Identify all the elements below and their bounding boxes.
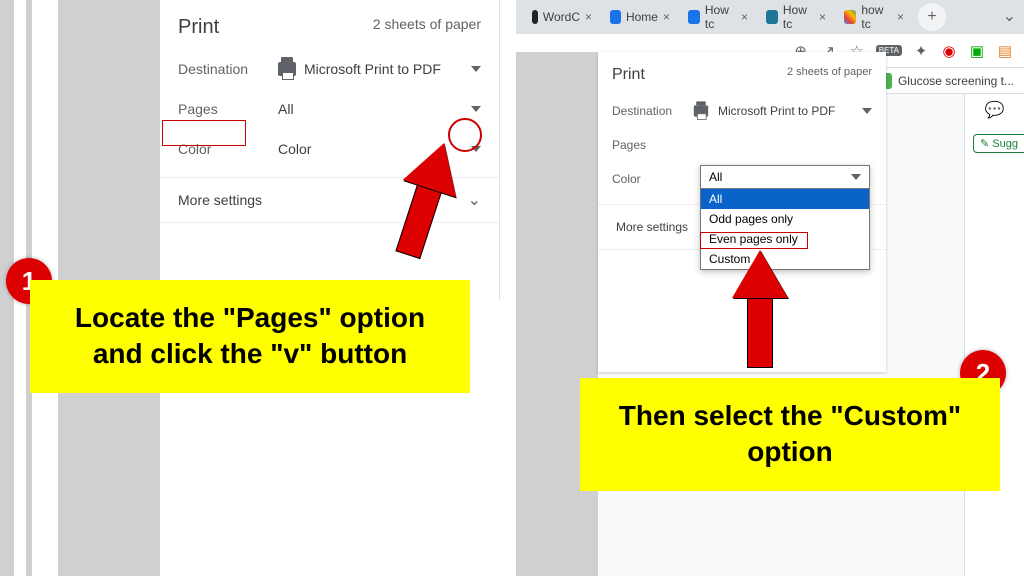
doc-gutter-right: [516, 52, 598, 576]
tab-label: how tc: [861, 3, 892, 31]
close-icon[interactable]: ×: [897, 10, 904, 24]
suggesting-badge[interactable]: ✎ Sugg: [973, 134, 1024, 153]
destination-label: Destination: [612, 104, 692, 118]
tab-strip: WordC × Home × How tc × How tc × how tc × +: [516, 0, 1024, 34]
destination-value: Microsoft Print to PDF: [718, 104, 835, 118]
chevron-down-icon: ⌄: [468, 190, 481, 210]
favicon-icon: [532, 10, 538, 24]
destination-value: Microsoft Print to PDF: [304, 61, 441, 77]
new-tab-button[interactable]: +: [918, 3, 946, 31]
chevron-down-icon[interactable]: [862, 108, 872, 114]
callout-step-2: Then select the "Custom" option: [580, 378, 1000, 491]
tab-label: How tc: [783, 3, 814, 31]
tab-label: WordC: [543, 10, 580, 24]
favicon-icon: [766, 10, 778, 24]
color-label: Color: [612, 172, 692, 186]
pages-label: Pages: [612, 138, 692, 152]
browser-tab[interactable]: How tc ×: [758, 3, 834, 31]
sheet-count: 2 sheets of paper: [373, 16, 481, 39]
pages-label: Pages: [178, 101, 278, 117]
printer-icon: [694, 105, 708, 116]
destination-row[interactable]: Destination Microsoft Print to PDF: [598, 94, 886, 128]
print-title: Print: [178, 16, 219, 39]
sheet-count: 2 sheets of paper: [787, 66, 872, 84]
close-icon[interactable]: ×: [819, 10, 826, 24]
color-value: Color: [278, 141, 311, 157]
bookmark-item[interactable]: Glucose screening t...: [898, 74, 1014, 88]
close-icon[interactable]: ×: [585, 10, 592, 24]
chevron-down-icon: [851, 174, 861, 180]
pages-option-all[interactable]: All: [701, 189, 869, 209]
pages-dropdown-selected[interactable]: All: [701, 166, 869, 189]
extension-icon[interactable]: ▤: [996, 42, 1014, 60]
callout-step-1: Locate the "Pages" option and click the …: [30, 280, 470, 393]
chat-icon[interactable]: 💬: [985, 100, 1005, 120]
pages-selected-value: All: [709, 170, 722, 184]
more-settings-label: More settings: [616, 220, 688, 234]
annotation-box-pages: [162, 120, 246, 146]
close-icon[interactable]: ×: [663, 10, 670, 24]
browser-tab[interactable]: Home ×: [602, 3, 678, 31]
annotation-arrow: [732, 250, 788, 368]
print-title: Print: [612, 66, 645, 84]
doc-right-rail: 💬 📹: [964, 94, 1024, 576]
favicon-icon: [610, 10, 621, 24]
destination-label: Destination: [178, 61, 278, 77]
close-icon[interactable]: ×: [741, 10, 748, 24]
pages-row[interactable]: Pages: [598, 128, 886, 162]
favicon-icon: [688, 10, 700, 24]
browser-tab[interactable]: How tc ×: [680, 3, 756, 31]
pages-option-odd[interactable]: Odd pages only: [701, 209, 869, 229]
favicon-icon: [844, 10, 856, 24]
tab-overflow-icon[interactable]: ⌄: [1003, 6, 1016, 26]
chevron-down-icon[interactable]: [471, 66, 481, 72]
browser-tab[interactable]: how tc ×: [836, 3, 912, 31]
browser-tab[interactable]: WordC ×: [524, 3, 600, 31]
pages-value: All: [278, 101, 294, 117]
tab-label: Home: [626, 10, 658, 24]
destination-row[interactable]: Destination Microsoft Print to PDF: [160, 49, 499, 89]
pages-dropdown-icon[interactable]: [471, 106, 481, 112]
printer-icon: [278, 62, 296, 76]
puzzle-icon[interactable]: ✦: [912, 42, 930, 60]
tab-label: How tc: [705, 3, 736, 31]
extension-icon[interactable]: ▣: [968, 42, 986, 60]
extension-icon[interactable]: ◉: [940, 42, 958, 60]
more-settings-label: More settings: [178, 192, 262, 208]
annotation-box-custom: [700, 232, 808, 249]
